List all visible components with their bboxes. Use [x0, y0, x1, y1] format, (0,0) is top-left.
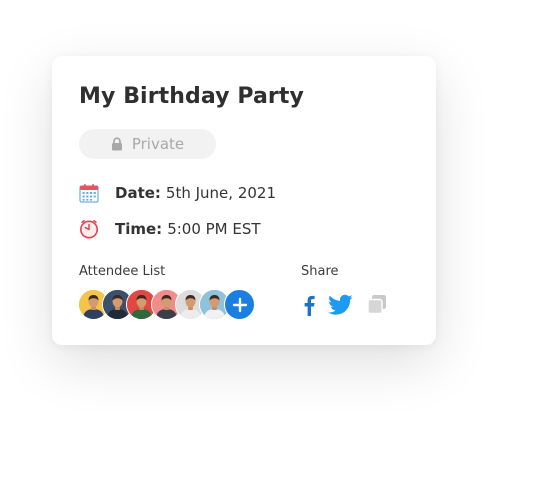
- date-value: 5th June, 2021: [165, 184, 276, 202]
- lock-icon: [111, 137, 122, 151]
- add-attendee-button[interactable]: [224, 289, 255, 320]
- attendee-list-label: Attendee List: [79, 264, 166, 279]
- attendee-avatars: [78, 289, 258, 320]
- time-row: Time: 5:00 PM EST: [79, 217, 261, 241]
- calendar-icon: [79, 184, 99, 203]
- page: My Birthday Party Private Date: 5th June…: [0, 0, 536, 489]
- date-row: Date: 5th June, 2021: [79, 181, 276, 205]
- privacy-badge[interactable]: Private: [79, 129, 216, 159]
- share-label: Share: [301, 264, 339, 279]
- event-title: My Birthday Party: [79, 84, 304, 109]
- privacy-label: Private: [131, 135, 185, 153]
- event-card: My Birthday Party Private Date: 5th June…: [52, 56, 436, 345]
- time-value: 5:00 PM EST: [167, 220, 261, 238]
- copy-link-icon[interactable]: [367, 294, 387, 315]
- share-icons: [299, 294, 399, 320]
- facebook-icon[interactable]: [303, 294, 315, 316]
- twitter-icon[interactable]: [328, 294, 353, 316]
- time-label: Time:: [115, 220, 163, 238]
- plus-icon: [232, 297, 247, 312]
- clock-icon: [80, 220, 98, 239]
- date-label: Date:: [115, 184, 161, 202]
